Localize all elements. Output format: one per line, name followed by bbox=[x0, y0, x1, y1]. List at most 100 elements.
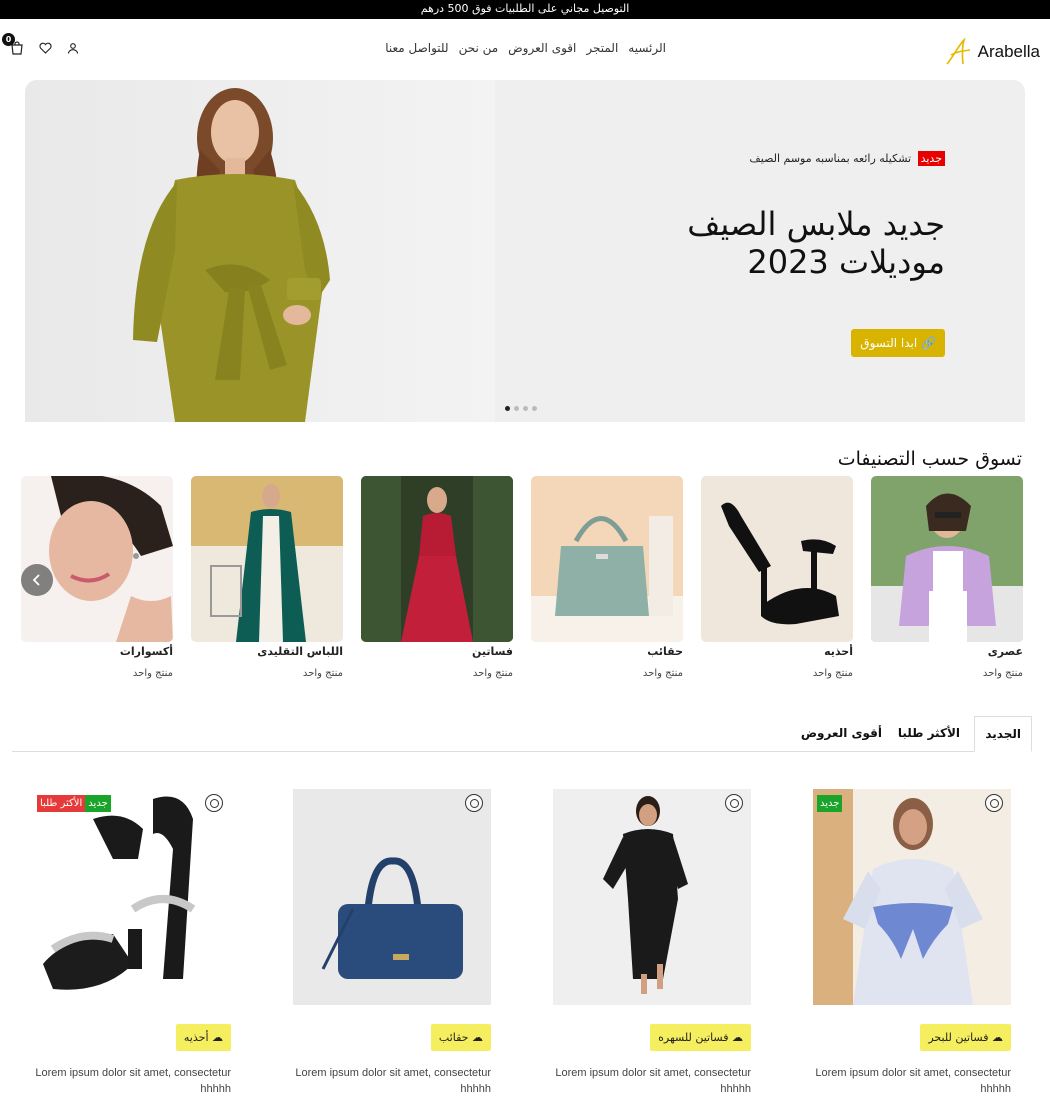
category-card-dresses[interactable]: فساتين منتج واحد bbox=[361, 476, 513, 679]
category-card-modern[interactable]: عصرى منتج واحد bbox=[871, 476, 1023, 679]
category-image bbox=[21, 476, 173, 642]
category-image bbox=[871, 476, 1023, 642]
badge-most-wanted: الأكثر طلبا bbox=[37, 795, 86, 812]
category-name: أحذيه bbox=[824, 645, 853, 658]
wishlist-icon[interactable] bbox=[205, 794, 223, 812]
hero-text: جديد تشكيله رائعه بمناسبه موسم الصيف جدي… bbox=[525, 151, 945, 281]
category-card-traditional[interactable]: اللباس التقليدى منتج واحد bbox=[191, 476, 343, 679]
category-count: منتج واحد bbox=[132, 668, 173, 679]
site-header: Arabella الرئسيه المتجر اقوى العروض من ن… bbox=[0, 19, 1050, 79]
product-card[interactable]: ☁ فساتين للسهره Lorem ipsum dolor sit am… bbox=[553, 789, 751, 1095]
product-image bbox=[293, 789, 491, 1005]
product-tabs: الجديد الأكثر طلبا أقوى العروض bbox=[12, 716, 1032, 752]
hero-kicker-text: تشكيله رائعه بمناسبه موسم الصيف bbox=[749, 152, 912, 165]
brand-mark-icon bbox=[946, 37, 970, 65]
hero-kicker: جديد تشكيله رائعه بمناسبه موسم الصيف bbox=[525, 151, 945, 166]
hero-title: جديد ملابس الصيف موديلات 2023 bbox=[525, 205, 945, 281]
categories-heading: تسوق حسب التصنيفات bbox=[837, 448, 1022, 470]
tab-most-wanted[interactable]: الأكثر طلبا bbox=[888, 716, 970, 752]
slider-dot[interactable] bbox=[505, 406, 510, 411]
brand-name: Arabella bbox=[977, 42, 1040, 61]
category-image bbox=[531, 476, 683, 642]
category-count: منتج واحد bbox=[812, 668, 853, 679]
product-category-chip[interactable]: ☁ حقائب bbox=[430, 1024, 491, 1051]
main-nav: الرئسيه المتجر اقوى العروض من نحن للتواص… bbox=[366, 41, 666, 55]
cart-button[interactable]: 0 bbox=[2, 33, 26, 57]
nav-about[interactable]: من نحن bbox=[459, 41, 499, 55]
product-category-chip[interactable]: ☁ أحذيه bbox=[175, 1024, 231, 1051]
product-description: Lorem ipsum dolor sit amet, consectetur … bbox=[815, 1067, 1011, 1095]
category-count: منتج واحد bbox=[472, 668, 513, 679]
product-card[interactable]: الأكثر طلبا جديد ☁ أحذيه Lorem ipsum dol… bbox=[33, 789, 231, 1095]
product-description: Lorem ipsum dolor sit amet, consectetur … bbox=[35, 1067, 231, 1095]
product-badges: الأكثر طلبا جديد bbox=[37, 795, 111, 812]
cloud-icon: ☁ bbox=[732, 1031, 743, 1044]
category-card-bags[interactable]: حقائب منتج واحد bbox=[531, 476, 683, 679]
announcement-bar: التوصيل مجاني على الطلبيات فوق 500 درهم bbox=[0, 0, 1050, 19]
category-count: منتج واحد bbox=[642, 668, 683, 679]
wishlist-button[interactable] bbox=[36, 39, 54, 57]
link-icon: 🔗 bbox=[921, 336, 936, 350]
category-image bbox=[191, 476, 343, 642]
hero-title-line-2: موديلات 2023 bbox=[747, 243, 945, 281]
category-image bbox=[701, 476, 853, 642]
start-shopping-button[interactable]: 🔗 ابدا التسوق bbox=[851, 329, 945, 357]
cart-count-badge: 0 bbox=[2, 33, 15, 46]
tab-best-offers[interactable]: أقوى العروض bbox=[791, 716, 892, 752]
wishlist-icon[interactable] bbox=[985, 794, 1003, 812]
account-button[interactable] bbox=[64, 39, 82, 57]
category-name: أكسوارات bbox=[119, 645, 173, 658]
wishlist-icon[interactable] bbox=[725, 794, 743, 812]
slider-dot[interactable] bbox=[514, 406, 519, 411]
hero-model-image bbox=[25, 80, 495, 422]
badge-new: جديد bbox=[85, 795, 111, 812]
product-badges: جديد bbox=[817, 795, 843, 812]
product-description: Lorem ipsum dolor sit amet, consectetur … bbox=[295, 1067, 491, 1095]
nav-contact[interactable]: للتواصل معنا bbox=[385, 41, 448, 55]
category-image bbox=[361, 476, 513, 642]
product-description: Lorem ipsum dolor sit amet, consectetur … bbox=[555, 1067, 751, 1095]
hero-new-tag: جديد bbox=[917, 151, 945, 166]
category-name: اللباس التقليدى bbox=[257, 645, 343, 658]
product-category-label: فساتين للسهره bbox=[658, 1031, 729, 1044]
tab-new[interactable]: الجديد bbox=[974, 716, 1032, 752]
chevron-left-icon bbox=[32, 574, 40, 586]
product-category-chip[interactable]: ☁ فساتين للبحر bbox=[920, 1024, 1011, 1051]
hero-slider: جديد تشكيله رائعه بمناسبه موسم الصيف جدي… bbox=[25, 80, 1025, 422]
slider-dot[interactable] bbox=[532, 406, 537, 411]
category-card-shoes[interactable]: أحذيه منتج واحد bbox=[701, 476, 853, 679]
product-category-chip[interactable]: ☁ فساتين للسهره bbox=[650, 1024, 751, 1051]
announcement-text: التوصيل مجاني على الطلبيات فوق 500 درهم bbox=[420, 2, 630, 15]
heart-icon bbox=[38, 42, 52, 54]
category-count: منتج واحد bbox=[302, 668, 343, 679]
hero-title-line-1: جديد ملابس الصيف bbox=[687, 205, 945, 243]
product-category-label: أحذيه bbox=[183, 1031, 209, 1044]
categories-carousel: عصرى منتج واحد أحذيه منتج واحد حقائب منت… bbox=[21, 476, 1023, 686]
nav-offers[interactable]: اقوى العروض bbox=[508, 41, 576, 55]
nav-shop[interactable]: المتجر bbox=[586, 41, 618, 55]
product-image bbox=[553, 789, 751, 1005]
product-category-label: فساتين للبحر bbox=[928, 1031, 989, 1044]
nav-home[interactable]: الرئسيه bbox=[628, 41, 666, 55]
wishlist-icon[interactable] bbox=[465, 794, 483, 812]
category-name: عصرى bbox=[987, 645, 1023, 658]
header-icons: 0 bbox=[2, 33, 82, 57]
product-card[interactable]: جديد ☁ فساتين للبحر Lorem ipsum dolor si… bbox=[813, 789, 1011, 1095]
badge-new: جديد bbox=[817, 795, 843, 812]
slider-dots bbox=[505, 406, 537, 411]
slider-dot[interactable] bbox=[523, 406, 528, 411]
product-image: جديد bbox=[813, 789, 1011, 1005]
category-name: حقائب bbox=[647, 645, 683, 658]
carousel-prev-button[interactable] bbox=[21, 564, 53, 596]
cloud-icon: ☁ bbox=[212, 1031, 223, 1044]
product-category-label: حقائب bbox=[438, 1031, 469, 1044]
user-icon bbox=[67, 43, 79, 54]
product-image: الأكثر طلبا جديد bbox=[33, 789, 231, 1005]
category-count: منتج واحد bbox=[982, 668, 1023, 679]
category-name: فساتين bbox=[471, 645, 513, 658]
cloud-icon: ☁ bbox=[992, 1031, 1003, 1044]
cloud-icon: ☁ bbox=[472, 1031, 483, 1044]
product-card[interactable]: ☁ حقائب Lorem ipsum dolor sit amet, cons… bbox=[293, 789, 491, 1095]
start-shopping-label: ابدا التسوق bbox=[860, 336, 918, 350]
brand-logo[interactable]: Arabella bbox=[944, 37, 1040, 67]
